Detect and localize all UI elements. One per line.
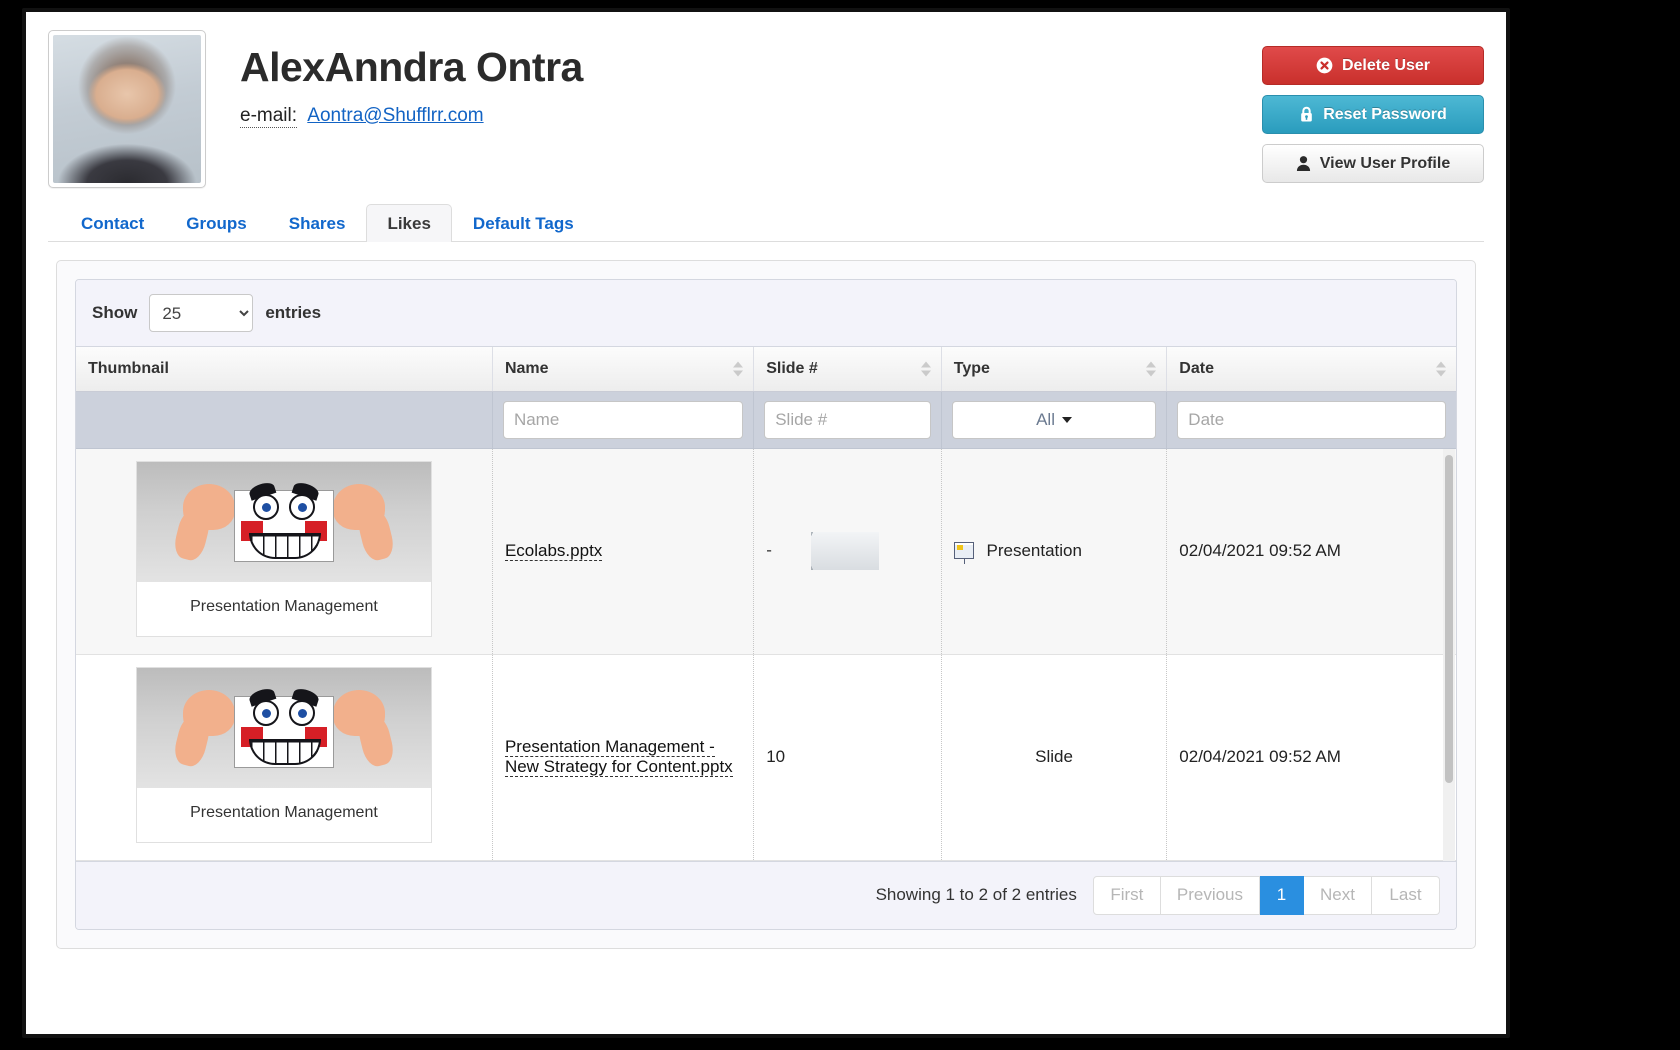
column-label-slide: Slide # [766,359,818,377]
avatar-image [53,35,201,183]
cell-thumbnail: Presentation Management [76,654,493,861]
pagination-last[interactable]: Last [1372,875,1440,915]
table-row[interactable]: Presentation Management Presentation Man… [76,654,1456,861]
presentation-icon [953,542,974,564]
entries-label: entries [265,303,322,322]
likes-table: Thumbnail Name Slide # Type Date Name Sl… [76,347,1456,449]
tab-likes[interactable]: Likes [366,204,452,242]
email-line: e-mail: Aontra@Shufflrr.com [240,105,583,129]
column-label-type: Type [953,359,990,377]
column-label-thumbnail: Thumbnail [88,359,169,377]
date-filter-input[interactable] [1177,400,1446,439]
circle-x-icon [1316,57,1333,74]
column-label-name: Name [504,359,549,377]
user-detail-page: AlexAnndra Ontra e-mail: Aontra@Shufflrr… [22,8,1510,1038]
tab-groups[interactable]: Groups [165,204,267,242]
column-header-date[interactable]: Date [1166,347,1456,392]
email-label: e-mail: [240,105,298,129]
type-filter-value: All [1036,409,1055,429]
email-link[interactable]: Aontra@Shufflrr.com [307,105,483,126]
user-actions: Delete User Reset Password View User Pro… [1262,46,1484,193]
sort-arrows-icon [920,361,931,377]
cell-name: Presentation Management - New Strategy f… [492,654,755,861]
table-footer: Showing 1 to 2 of 2 entries First Previo… [76,860,1456,929]
cartoon-face-icon [233,685,334,768]
slide-preview-image [810,532,879,570]
cell-date: 02/04/2021 09:52 AM [1166,654,1456,861]
file-name-link[interactable]: Ecolabs.pptx [504,541,603,561]
filter-cell-type: All [941,391,1168,449]
scrollbar-thumb[interactable] [1445,454,1453,783]
table-header-row: Thumbnail Name Slide # Type Date [76,347,1456,392]
pagination-previous[interactable]: Previous [1160,875,1260,915]
view-user-profile-button[interactable]: View User Profile [1262,144,1484,183]
show-label: Show [92,303,138,322]
cell-date: 02/04/2021 09:52 AM [1166,448,1456,655]
name-filter-input[interactable] [502,400,744,439]
column-label-date: Date [1179,359,1214,377]
user-header: AlexAnndra Ontra e-mail: Aontra@Shufflrr… [48,30,1484,198]
column-header-name[interactable]: Name [492,347,755,392]
sort-arrows-icon [733,361,744,377]
tab-shares[interactable]: Shares [268,204,367,242]
column-header-thumbnail[interactable]: Thumbnail [76,347,493,392]
cell-slide: 10 [753,654,942,861]
cell-thumbnail: Presentation Management [76,448,493,655]
file-name-link[interactable]: Presentation Management - New Strategy f… [504,737,733,777]
user-identity: AlexAnndra Ontra e-mail: Aontra@Shufflrr… [240,30,583,129]
sort-arrows-icon [1146,361,1157,377]
slide-thumbnail[interactable]: Presentation Management [135,460,432,637]
slide-thumbnail[interactable]: Presentation Management [135,666,432,843]
filter-cell-slide [753,391,942,449]
column-header-type[interactable]: Type [941,347,1168,392]
avatar [48,30,206,188]
thumbnail-art [136,461,431,582]
thumbnail-caption: Presentation Management [136,787,431,822]
likes-panel: Show 25 entries Thumbnail Name Slide # T… [56,260,1476,949]
table-scrollbar[interactable] [1443,448,1455,861]
table-info: Showing 1 to 2 of 2 entries [875,885,1077,904]
pagination-first[interactable]: First [1092,875,1161,915]
likes-table-body: Presentation Management Ecolabs.pptx - P… [76,448,1456,861]
thumbnail-art [136,667,431,788]
column-header-slide[interactable]: Slide # [753,347,942,392]
table-length-bar: Show 25 entries [76,280,1456,347]
cartoon-face-icon [233,479,334,562]
slide-filter-input[interactable] [764,400,931,439]
delete-user-label: Delete User [1341,56,1431,74]
filter-cell-name [492,391,755,449]
reset-password-label: Reset Password [1323,105,1447,123]
entries-per-page-select[interactable]: 25 [149,294,254,332]
filter-cell-date [1166,391,1456,449]
cell-type: Slide [941,654,1168,861]
view-user-profile-label: View User Profile [1319,154,1451,172]
sort-arrows-icon [1436,361,1446,377]
cell-type: Presentation [941,448,1168,655]
tab-contact[interactable]: Contact [60,204,165,242]
pagination: First Previous 1 Next Last [1092,875,1440,915]
page-title: AlexAnndra Ontra [240,44,583,90]
cell-name: Ecolabs.pptx [492,448,755,655]
likes-table-container: Show 25 entries Thumbnail Name Slide # T… [75,279,1457,930]
cell-slide: - [753,448,942,655]
table-body-scroll-area: Presentation Management Ecolabs.pptx - P… [76,448,1456,861]
type-label: Presentation [986,541,1082,560]
lock-icon [1299,106,1314,123]
type-filter-dropdown[interactable]: All [951,400,1157,439]
table-filter-row: All [76,391,1456,449]
reset-password-button[interactable]: Reset Password [1262,95,1484,134]
pagination-next[interactable]: Next [1304,875,1372,915]
table-row[interactable]: Presentation Management Ecolabs.pptx - P… [76,448,1456,655]
delete-user-button[interactable]: Delete User [1262,46,1484,85]
chevron-down-icon [1061,416,1072,423]
filter-cell-thumbnail [76,391,493,449]
pagination-page-1[interactable]: 1 [1260,875,1304,915]
tab-default-tags[interactable]: Default Tags [452,204,595,242]
user-tabs: Contact Groups Shares Likes Default Tags [48,198,1484,242]
thumbnail-caption: Presentation Management [136,581,431,616]
slide-number: - [766,540,772,560]
user-icon [1296,155,1311,172]
